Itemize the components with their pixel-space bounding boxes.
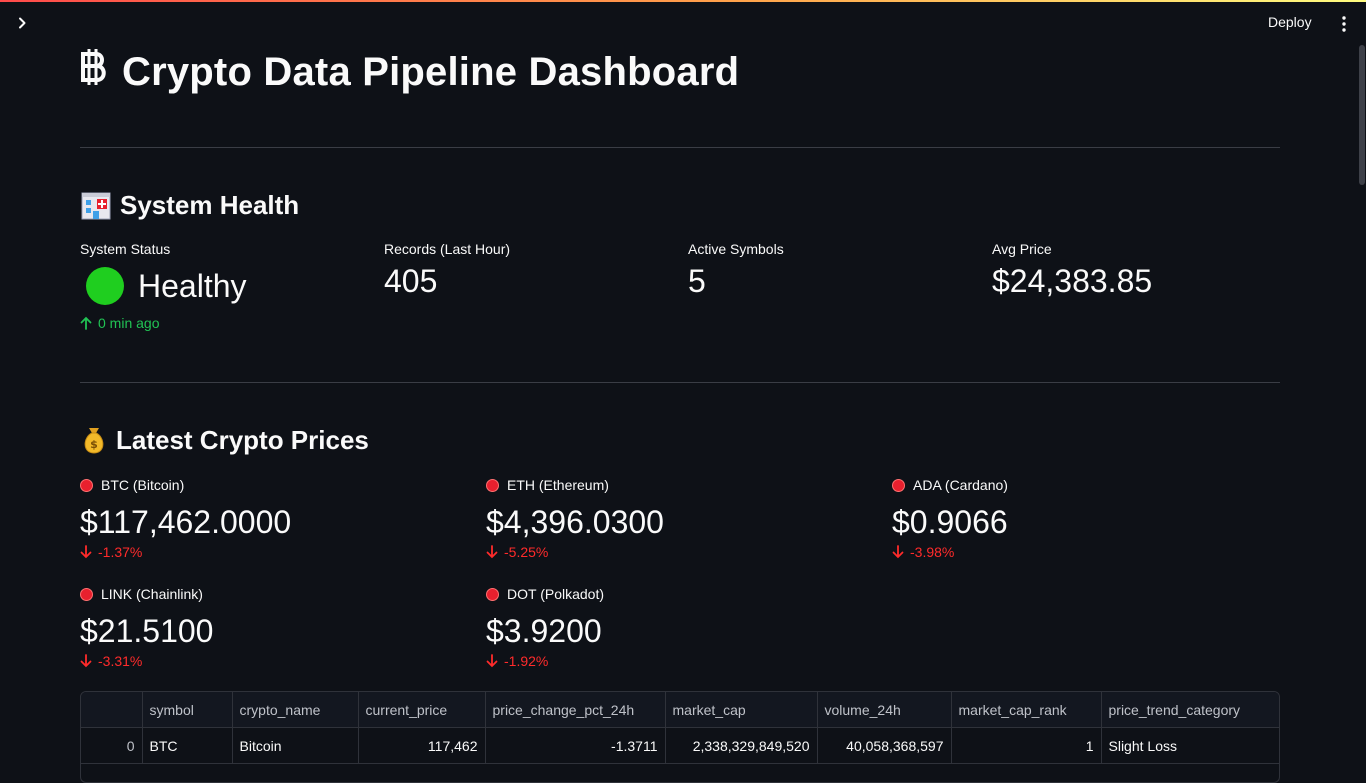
price-label: LINK (Chainlink) — [80, 585, 480, 603]
crypto-table: symbol crypto_name current_price price_c… — [81, 692, 1279, 764]
price-metric-link: LINK (Chainlink) $21.5100 -3.31% — [80, 585, 480, 669]
price-metric-btc: BTC (Bitcoin) $117,462.0000 -1.37% — [80, 476, 480, 560]
price-metric-ada: ADA (Cardano) $0.9066 -3.98% — [892, 476, 1292, 560]
metric-active-symbols: Active Symbols 5 — [688, 241, 988, 300]
deploy-button[interactable]: Deploy — [1268, 14, 1312, 34]
header-decoration-bar — [0, 0, 1366, 2]
delta-text: -1.37% — [98, 544, 143, 560]
price-label: ADA (Cardano) — [892, 476, 1292, 494]
red-circle-icon — [486, 587, 499, 601]
price-label-text: DOT (Polkadot) — [507, 586, 604, 602]
metric-avg-price: Avg Price $24,383.85 — [992, 241, 1292, 300]
price-delta: -5.25% — [486, 544, 886, 560]
delta-text: -1.92% — [504, 653, 549, 669]
metric-label: System Status — [80, 241, 171, 257]
chevron-right-icon — [19, 17, 26, 29]
hospital-icon — [80, 190, 112, 220]
page-title: Crypto Data Pipeline Dashboard — [80, 46, 739, 98]
price-label: BTC (Bitcoin) — [80, 476, 480, 494]
status-text: Healthy — [138, 267, 247, 304]
price-value: $21.5100 — [80, 613, 214, 649]
table-cell[interactable]: 2,338,329,849,520 — [665, 727, 818, 764]
page-title-text: Crypto Data Pipeline Dashboard — [122, 49, 740, 94]
scrollbar-thumb[interactable] — [1359, 45, 1365, 185]
price-metric-dot: DOT (Polkadot) $3.9200 -1.92% — [486, 585, 886, 669]
system-health-heading: System Health — [80, 188, 299, 222]
sidebar-expand-button[interactable] — [12, 12, 32, 34]
metric-label: Avg Price — [992, 241, 1052, 257]
money-bag-icon: $ — [80, 425, 108, 455]
metric-records-last-hour: Records (Last Hour) 405 — [384, 241, 684, 300]
column-header[interactable]: price_trend_category — [1101, 692, 1279, 728]
arrow-down-icon — [486, 545, 498, 559]
metric-value: 5 — [688, 263, 706, 299]
price-delta: -1.92% — [486, 653, 886, 669]
column-header[interactable]: volume_24h — [817, 692, 952, 728]
price-delta: -1.37% — [80, 544, 480, 560]
price-value: $117,462.0000 — [80, 504, 292, 540]
metric-value: Healthy — [80, 267, 380, 305]
main-menu-button[interactable] — [1334, 12, 1354, 36]
price-delta: -3.98% — [892, 544, 1292, 560]
delta-text: 0 min ago — [98, 315, 160, 331]
status-green-circle-icon — [86, 267, 124, 305]
column-header[interactable]: symbol — [142, 692, 233, 728]
svg-text:$: $ — [90, 438, 98, 451]
red-circle-icon — [892, 478, 905, 492]
metric-value: $24,383.85 — [992, 263, 1153, 299]
table-cell[interactable]: -1.3711 — [485, 727, 666, 764]
column-header[interactable]: price_change_pct_24h — [485, 692, 666, 728]
price-label: DOT (Polkadot) — [486, 585, 886, 603]
table-cell-index[interactable]: 0 — [81, 727, 143, 764]
red-circle-icon — [486, 478, 499, 492]
price-label: ETH (Ethereum) — [486, 476, 886, 494]
divider — [80, 147, 1280, 148]
arrow-down-icon — [486, 654, 498, 668]
table-cell[interactable]: 117,462 — [358, 727, 486, 764]
vertical-dots-icon — [1342, 16, 1346, 32]
delta-text: -3.31% — [98, 653, 143, 669]
table-cell[interactable]: 40,058,368,597 — [817, 727, 952, 764]
price-value: $4,396.0300 — [486, 504, 664, 540]
price-label-text: BTC (Bitcoin) — [101, 477, 185, 493]
price-metric-eth: ETH (Ethereum) $4,396.0300 -5.25% — [486, 476, 886, 560]
data-table[interactable]: symbol crypto_name current_price price_c… — [80, 691, 1280, 783]
price-value: $3.9200 — [486, 613, 602, 649]
arrow-down-icon — [80, 654, 92, 668]
table-row: 0 BTC Bitcoin 117,462 -1.3711 2,338,329,… — [81, 727, 1279, 764]
table-cell[interactable]: 1 — [951, 727, 1102, 764]
table-cell[interactable]: Bitcoin — [232, 727, 359, 764]
column-header[interactable]: crypto_name — [232, 692, 359, 728]
arrow-down-icon — [892, 545, 904, 559]
price-label-text: ETH (Ethereum) — [507, 477, 609, 493]
divider — [80, 382, 1280, 383]
column-header[interactable]: current_price — [358, 692, 486, 728]
column-header[interactable]: market_cap — [665, 692, 818, 728]
latest-prices-heading: $ Latest Crypto Prices — [80, 423, 369, 457]
arrow-down-icon — [80, 545, 92, 559]
delta-text: -5.25% — [504, 544, 549, 560]
table-cell[interactable]: BTC — [142, 727, 233, 764]
price-label-text: ADA (Cardano) — [913, 477, 1008, 493]
metric-system-status: System Status Healthy 0 min ago — [80, 241, 380, 331]
table-header-row: symbol crypto_name current_price price_c… — [81, 692, 1279, 728]
metric-label: Records (Last Hour) — [384, 241, 511, 257]
price-value: $0.9066 — [892, 504, 1008, 540]
red-circle-icon — [80, 587, 93, 601]
column-header[interactable]: market_cap_rank — [951, 692, 1102, 728]
system-health-heading-text: System Health — [120, 189, 300, 220]
latest-prices-heading-text: Latest Crypto Prices — [116, 424, 369, 455]
bitcoin-icon — [80, 48, 108, 96]
table-cell[interactable]: Slight Loss — [1101, 727, 1279, 764]
price-delta: -3.31% — [80, 653, 480, 669]
red-circle-icon — [80, 478, 93, 492]
delta-text: -3.98% — [910, 544, 955, 560]
metric-value: 405 — [384, 263, 438, 299]
column-header-index[interactable] — [81, 692, 143, 728]
price-label-text: LINK (Chainlink) — [101, 586, 203, 602]
metric-label: Active Symbols — [688, 241, 784, 257]
metric-delta: 0 min ago — [80, 315, 380, 331]
arrow-up-icon — [80, 316, 92, 330]
